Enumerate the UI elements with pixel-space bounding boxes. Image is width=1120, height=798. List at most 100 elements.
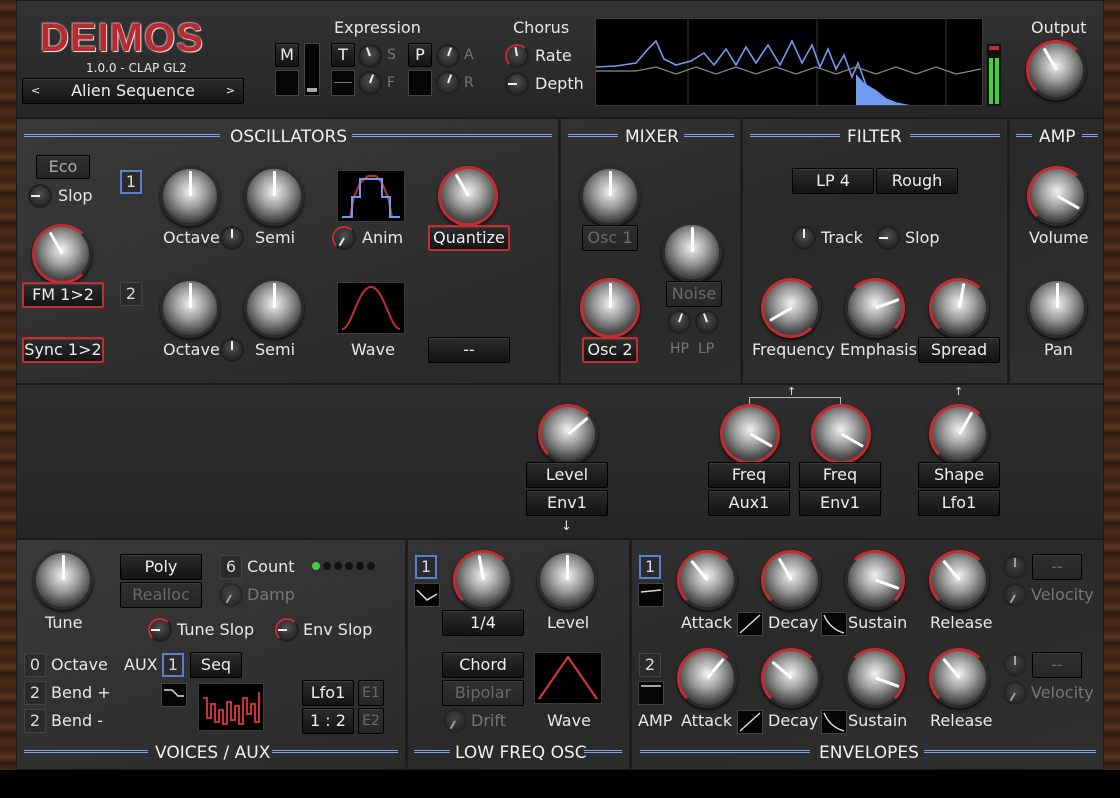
osc1-octave-knob[interactable] (160, 166, 220, 226)
voice-count-value[interactable]: 6 (220, 555, 242, 579)
osc1-fine-knob[interactable] (220, 226, 244, 250)
touch-f-knob[interactable] (358, 71, 382, 95)
noise-hp-knob[interactable] (667, 310, 691, 334)
osc2-wave-display[interactable] (337, 282, 405, 334)
pitch-wheel[interactable] (304, 43, 320, 96)
aux-number[interactable]: 1 (162, 653, 184, 677)
osc1-wave-display[interactable] (337, 170, 405, 222)
sync-button[interactable]: Sync 1>2 (22, 337, 104, 363)
mod-shape-knob[interactable] (929, 404, 989, 464)
filter-char-button[interactable]: Rough (876, 168, 958, 194)
lfo-drift-knob[interactable] (443, 709, 467, 733)
osc1-semi-knob[interactable] (244, 166, 304, 226)
mod-shape-source[interactable]: Lfo1 (918, 490, 1000, 516)
quantize-knob[interactable] (438, 166, 498, 226)
mod-freq2-source[interactable]: Env1 (799, 490, 881, 516)
lfo-number[interactable]: 1 (415, 555, 437, 579)
pressure-a-knob[interactable] (436, 44, 460, 68)
aux-e1-button[interactable]: E1 (358, 680, 384, 706)
preset-prev-button[interactable]: < (31, 79, 40, 103)
fm-button[interactable]: FM 1>2 (22, 282, 104, 308)
mod-level-target[interactable]: Level (526, 462, 608, 488)
aux-sequence-display[interactable] (198, 683, 264, 731)
mix-osc1-knob[interactable] (580, 166, 640, 226)
aux-lfo-button[interactable]: Lfo1 (302, 680, 354, 706)
env1-attack-curve[interactable] (737, 612, 763, 636)
mod-freq-aux-knob[interactable] (720, 404, 780, 464)
mix-noise-knob[interactable] (662, 222, 722, 282)
osc2-octave-knob[interactable] (160, 278, 220, 338)
osc2-semi-knob[interactable] (244, 278, 304, 338)
tune-knob[interactable] (33, 550, 93, 610)
eco-button[interactable]: Eco (36, 155, 90, 179)
env2-velocity-knob[interactable] (1003, 681, 1027, 705)
amp-pan-knob[interactable] (1027, 278, 1087, 338)
env2-release-knob[interactable] (929, 648, 989, 708)
mod-level-source[interactable]: Env1 (526, 490, 608, 516)
mod-freq-env-knob[interactable] (811, 404, 871, 464)
filter-track-knob[interactable] (792, 226, 816, 250)
aux-e2-button[interactable]: E2 (358, 708, 384, 734)
mix-osc2-knob[interactable] (580, 278, 640, 338)
mod-freq2-target[interactable]: Freq (799, 462, 881, 488)
poly-button[interactable]: Poly (120, 554, 202, 580)
fm-knob[interactable] (32, 224, 92, 284)
lfo-bipolar-button[interactable]: Bipolar (442, 680, 524, 706)
bend-up-value[interactable]: 2 (24, 681, 46, 705)
lfo-wave-display[interactable] (534, 652, 602, 704)
chorus-depth-knob[interactable] (505, 72, 529, 96)
aux-seq-button[interactable]: Seq (190, 652, 242, 678)
env2-decay-curve[interactable] (821, 710, 847, 734)
lfo-rate-button[interactable]: 1/4 (442, 610, 524, 636)
pressure-button[interactable]: P (408, 43, 432, 67)
env-slop-knob[interactable] (275, 618, 299, 642)
realloc-button[interactable]: Realloc (120, 582, 202, 608)
env2-number[interactable]: 2 (639, 653, 661, 677)
preset-selector[interactable]: < Alien Sequence > (22, 78, 244, 104)
bend-down-value[interactable]: 2 (24, 709, 46, 733)
touch-s-knob[interactable] (358, 44, 382, 68)
env1-decay-knob[interactable] (761, 550, 821, 610)
filter-slop-knob[interactable] (876, 226, 900, 250)
output-knob[interactable] (1026, 40, 1086, 100)
lfo-level-knob[interactable] (537, 550, 597, 610)
filter-mode-button[interactable]: LP 4 (792, 168, 874, 194)
lfo-shape-mini[interactable] (414, 583, 440, 607)
chorus-rate-knob[interactable] (505, 44, 529, 68)
preset-next-button[interactable]: > (226, 79, 235, 103)
amp-volume-knob[interactable] (1027, 166, 1087, 226)
env1-attack-knob[interactable] (677, 550, 737, 610)
mod-wheel-button[interactable]: M (275, 43, 299, 67)
pressure-r-knob[interactable] (436, 71, 460, 95)
env1-release-knob[interactable] (929, 550, 989, 610)
lfo-chord-button[interactable]: Chord (442, 652, 524, 678)
filter-emphasis-knob[interactable] (845, 278, 905, 338)
aux-curve-display[interactable] (161, 683, 187, 707)
mod-shape-target[interactable]: Shape (918, 462, 1000, 488)
env1-velocity-extra-knob[interactable] (1003, 555, 1027, 579)
osc2-option-button[interactable]: -- (428, 337, 510, 363)
env2-sustain-knob[interactable] (845, 648, 905, 708)
mix-osc1-button[interactable]: Osc 1 (582, 225, 638, 251)
mix-osc2-button[interactable]: Osc 2 (582, 337, 638, 363)
mod-freq-source[interactable]: Aux1 (708, 490, 790, 516)
mod-level-knob[interactable] (538, 404, 598, 464)
env2-attack-curve[interactable] (737, 710, 763, 734)
env1-number[interactable]: 1 (639, 555, 661, 579)
filter-spread-button[interactable]: Spread (918, 337, 1000, 363)
osc2-fine-knob[interactable] (220, 338, 244, 362)
env2-attack-knob[interactable] (677, 648, 737, 708)
env2-velocity-extra-knob[interactable] (1003, 653, 1027, 677)
damp-knob[interactable] (219, 583, 243, 607)
osc-slop-knob[interactable] (28, 184, 52, 208)
quantize-button[interactable]: Quantize (428, 225, 510, 251)
env1-sustain-knob[interactable] (845, 550, 905, 610)
mod-freq-target[interactable]: Freq (708, 462, 790, 488)
mix-noise-button[interactable]: Noise (666, 281, 722, 307)
env1-decay-curve[interactable] (821, 612, 847, 636)
env2-decay-knob[interactable] (761, 648, 821, 708)
noise-lp-knob[interactable] (695, 310, 719, 334)
env1-velocity-knob[interactable] (1003, 583, 1027, 607)
osc1-anim-knob[interactable] (332, 226, 356, 250)
filter-spread-knob[interactable] (929, 278, 989, 338)
